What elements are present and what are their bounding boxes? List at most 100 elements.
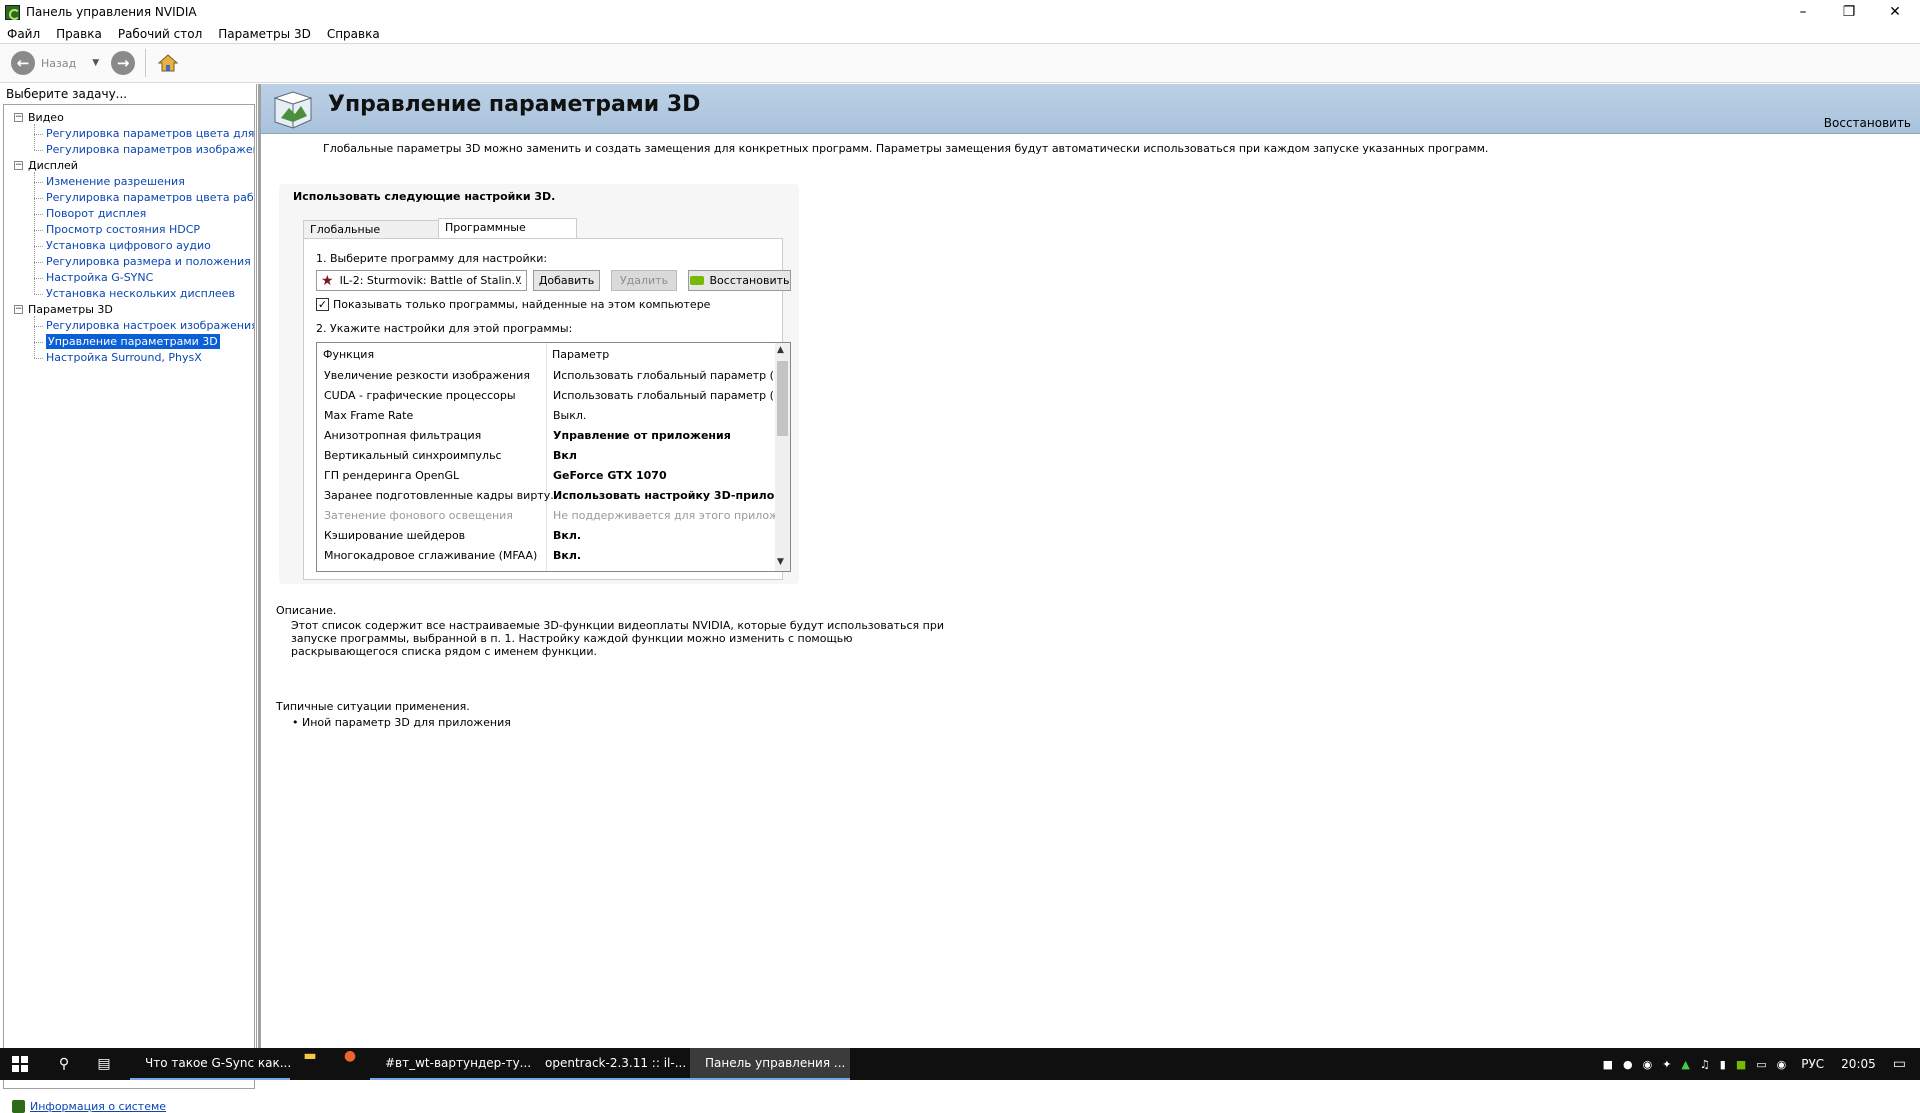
taskbar-app-button[interactable]: opentrack-2.3.11 :: il-... xyxy=(530,1048,690,1080)
close-button[interactable]: ✕ xyxy=(1872,0,1918,24)
tree-collapse-icon[interactable]: − xyxy=(14,113,23,122)
feature-value[interactable]: Вкл. xyxy=(553,529,581,542)
table-row[interactable]: Затенение фонового освещения Не поддержив… xyxy=(317,505,790,525)
tree-item[interactable]: Установка цифрового аудио xyxy=(46,238,211,253)
tree-item[interactable]: Поворот дисплея xyxy=(46,206,146,221)
restore-window-button[interactable]: ❐ xyxy=(1826,0,1872,24)
taskbar-app-button[interactable]: #вт_wt-вартундер-ту... xyxy=(370,1048,530,1080)
tree-item[interactable]: Регулировка параметров цвета для вид xyxy=(46,126,254,141)
tree-item[interactable]: Установка нескольких дисплеев xyxy=(46,286,235,301)
menu-desktop[interactable]: Рабочий стол xyxy=(118,27,202,41)
firefox-icon[interactable]: ● xyxy=(330,1048,370,1064)
step1-label: 1. Выберите программу для настройки: xyxy=(316,252,548,265)
menu-3d-settings[interactable]: Параметры 3D xyxy=(218,27,311,41)
tree-collapse-icon[interactable]: − xyxy=(14,305,23,314)
search-icon[interactable]: ⚲ xyxy=(56,1056,72,1072)
shield-icon[interactable]: ▲ xyxy=(1681,1058,1689,1071)
scroll-up-icon[interactable]: ▲ xyxy=(777,345,784,355)
tab-global-settings[interactable]: Глобальные параметры xyxy=(303,220,439,253)
scroll-down-icon[interactable]: ▼ xyxy=(777,557,784,567)
file-explorer-icon[interactable]: ▬ xyxy=(290,1048,330,1064)
start-button[interactable] xyxy=(12,1056,28,1072)
table-row[interactable]: Кэширование шейдеров Вкл. xyxy=(317,525,777,545)
notification-icon[interactable]: ▭ xyxy=(1893,1056,1906,1072)
taskbar-app-button[interactable]: Что такое G-Sync как... xyxy=(130,1048,290,1080)
tree-item[interactable]: Настройка Surround, PhysX xyxy=(46,350,202,365)
tree-item[interactable]: Регулировка параметров изображения д xyxy=(46,142,254,157)
tray-icon[interactable]: ■ xyxy=(1603,1058,1613,1071)
tree-collapse-icon[interactable]: − xyxy=(14,161,23,170)
feature-value[interactable]: Управление от приложения xyxy=(553,429,731,442)
tree-connector xyxy=(34,150,43,151)
table-row[interactable]: CUDA - графические процессоры Использоват… xyxy=(317,385,790,405)
tree-category[interactable]: Видео xyxy=(28,110,64,125)
menu-edit[interactable]: Правка xyxy=(56,27,102,41)
feature-value[interactable]: Использовать настройку 3D-прило... xyxy=(553,489,787,502)
taskbar-app-label: Панель управления ... xyxy=(705,1056,846,1070)
discord-icon[interactable]: ● xyxy=(1623,1058,1633,1071)
table-row[interactable]: Заранее подготовленные кадры вирту... Исп… xyxy=(317,485,787,505)
feature-value[interactable]: Вкл xyxy=(553,449,577,462)
menu-help[interactable]: Справка xyxy=(327,27,380,41)
back-button[interactable]: ← Назад xyxy=(11,51,76,75)
feature-name: Увеличение резкости изображения xyxy=(324,369,530,382)
taskbar-app-button[interactable]: Панель управления ... xyxy=(690,1048,850,1080)
tree-item[interactable]: Настройка G-SYNC xyxy=(46,270,153,285)
network-icon[interactable]: ▭ xyxy=(1756,1058,1766,1071)
tab-program-settings[interactable]: Программные настройки xyxy=(438,218,577,251)
table-row[interactable]: Max Frame Rate Выкл. xyxy=(317,405,777,425)
menu-file[interactable]: Файл xyxy=(7,27,40,41)
tree-connector xyxy=(34,316,35,358)
task-view-icon[interactable]: ▤ xyxy=(96,1056,112,1072)
clock[interactable]: 20:05 xyxy=(1841,1057,1876,1071)
settings-title: Использовать следующие настройки 3D. xyxy=(293,190,556,203)
program-select[interactable]: ★ IL-2: Sturmovik: Battle of Stalin... ∨ xyxy=(316,270,527,291)
feature-value[interactable]: Выкл. xyxy=(553,409,586,422)
tree-category[interactable]: Дисплей xyxy=(28,158,78,173)
title-bar: Панель управления NVIDIA – ❐ ✕ xyxy=(0,0,1920,24)
table-row[interactable]: ГП рендеринга OpenGL GeForce GTX 1070 xyxy=(317,465,777,485)
tray-icon[interactable]: ◉ xyxy=(1643,1058,1653,1071)
nvidia-tray-icon[interactable]: ■ xyxy=(1736,1058,1746,1071)
tree-item[interactable]: Регулировка настроек изображения с пр xyxy=(46,318,254,333)
home-button[interactable] xyxy=(156,51,180,75)
forward-button[interactable]: → xyxy=(111,51,136,75)
tree-item[interactable]: Изменение разрешения xyxy=(46,174,185,189)
tree-item[interactable]: Управление параметрами 3D xyxy=(46,334,220,349)
grid-vertical-scrollbar[interactable]: ▲ ▼ xyxy=(775,343,790,571)
restore-defaults-link[interactable]: Восстановить xyxy=(1824,116,1911,130)
table-row[interactable]: Анизотропная фильтрация Управление от при… xyxy=(317,425,777,445)
system-info-link[interactable]: Информация о системе xyxy=(12,1100,166,1113)
minimize-button[interactable]: – xyxy=(1780,0,1826,24)
feature-value[interactable]: GeForce GTX 1070 xyxy=(553,469,667,482)
feature-value[interactable]: Использовать глобальный параметр (Все) xyxy=(553,389,790,402)
volume-icon[interactable]: ♫ xyxy=(1700,1058,1710,1071)
tree-connector xyxy=(34,262,43,263)
tree-connector xyxy=(34,294,43,295)
tree-item[interactable]: Просмотр состояния HDCP xyxy=(46,222,200,237)
tray-icon[interactable]: ✦ xyxy=(1662,1058,1671,1071)
feature-value[interactable]: Использовать глобальный параметр (В... xyxy=(553,369,790,382)
steam-icon[interactable]: ◉ xyxy=(1777,1058,1787,1071)
history-dropdown-icon[interactable]: ▼ xyxy=(92,58,99,68)
feature-value[interactable]: Вкл. xyxy=(553,549,581,562)
add-program-button[interactable]: Добавить xyxy=(533,270,600,291)
table-row[interactable]: Увеличение резкости изображения Использов… xyxy=(317,365,790,385)
table-row[interactable]: Вертикальный синхроимпульс Вкл xyxy=(317,445,777,465)
feature-value[interactable]: Не поддерживается для этого приложе... xyxy=(553,509,790,522)
step2-label: 2. Укажите настройки для этой программы: xyxy=(316,322,573,335)
remove-program-button[interactable]: Удалить xyxy=(611,270,677,291)
language-indicator[interactable]: РУС xyxy=(1801,1057,1824,1071)
tree-item[interactable]: Регулировка размера и положения рабо xyxy=(46,254,254,269)
task-tree: −ВидеоРегулировка параметров цвета для в… xyxy=(3,104,255,1089)
tree-category[interactable]: Параметры 3D xyxy=(28,302,113,317)
tree-connector xyxy=(34,124,35,150)
tree-item[interactable]: Регулировка параметров цвета рабочег xyxy=(46,190,254,205)
grid-scroll-thumb[interactable] xyxy=(777,361,788,436)
battery-icon[interactable]: ▮ xyxy=(1720,1058,1726,1071)
show-only-checkbox[interactable]: ✓ xyxy=(316,298,329,311)
toolbar-separator xyxy=(145,49,147,77)
restore-program-button[interactable]: Восстановить xyxy=(688,270,791,291)
table-row[interactable]: Многокадровое сглаживание (MFAA) Вкл. xyxy=(317,545,777,565)
nvidia-icon xyxy=(689,276,704,285)
